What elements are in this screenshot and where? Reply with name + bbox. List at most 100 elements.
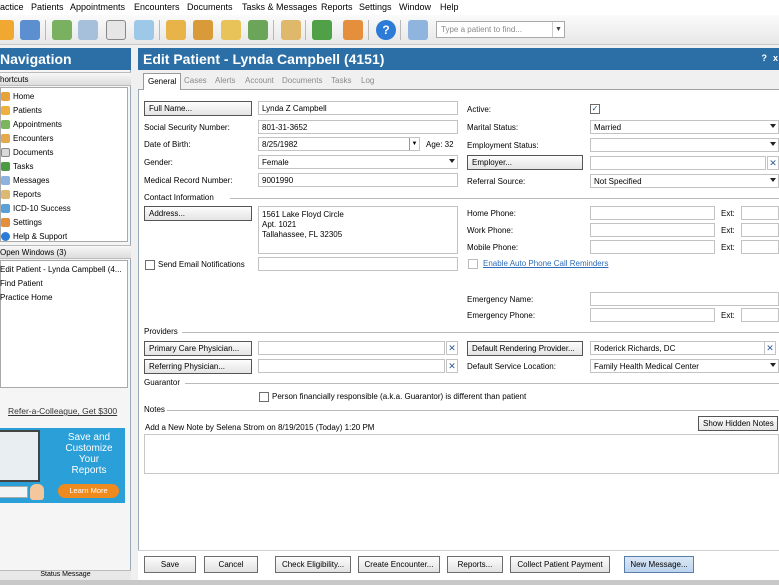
note-icon[interactable]	[221, 20, 241, 40]
save-button[interactable]: Save	[144, 556, 196, 573]
calendar-icon[interactable]	[52, 20, 72, 40]
shortcuts-header[interactable]: hortcuts	[0, 72, 131, 86]
work-phone-field[interactable]	[590, 223, 715, 237]
menu-window[interactable]: Window	[399, 2, 431, 12]
menu-practice[interactable]: actice	[0, 2, 24, 12]
new-message-button[interactable]: New Message...	[624, 556, 694, 573]
clear-pcp-icon[interactable]: ✕	[446, 341, 458, 355]
checkmark-icon[interactable]	[312, 20, 332, 40]
mobile-ext-field[interactable]	[741, 240, 779, 254]
notes-textarea[interactable]	[144, 434, 779, 474]
primary-care-physician-button[interactable]: Primary Care Physician...	[144, 341, 252, 356]
report-icon[interactable]	[281, 20, 301, 40]
appointment-icon[interactable]	[134, 20, 154, 40]
address-field[interactable]: 1561 Lake Floyd Circle Apt. 1021 Tallaha…	[258, 206, 458, 254]
encounter-icon[interactable]	[166, 20, 186, 40]
service-location-select[interactable]: Family Health Medical Center	[590, 359, 779, 373]
open-windows-header[interactable]: Open Windows (3)	[0, 245, 131, 259]
dob-field[interactable]: 8/25/1982 ▼	[258, 137, 420, 151]
tab-alerts[interactable]: Alerts	[211, 75, 239, 88]
ssn-field[interactable]: 801-31-3652	[258, 120, 458, 134]
open-window-item[interactable]: Find Patient	[0, 279, 43, 288]
document-icon[interactable]	[193, 20, 213, 40]
learn-more-button[interactable]: Learn More	[58, 484, 119, 498]
send-email-checkbox[interactable]	[145, 260, 155, 270]
clear-rendering-provider-icon[interactable]: ✕	[764, 341, 776, 355]
close-icon[interactable]: x	[773, 53, 778, 63]
active-checkbox[interactable]: ✓	[590, 104, 600, 114]
home-phone-field[interactable]	[590, 206, 715, 220]
messages-icon	[1, 176, 10, 185]
add-note-label: Add a New Note by Selena Strom on 8/19/2…	[145, 423, 375, 432]
menu-settings[interactable]: Settings	[359, 2, 392, 12]
guarantor-checkbox[interactable]	[259, 392, 269, 402]
menu-patients[interactable]: Patients	[31, 2, 64, 12]
rendering-provider-field[interactable]: Roderick Richards, DC	[590, 341, 766, 355]
tab-documents[interactable]: Documents	[278, 75, 326, 88]
mrn-field[interactable]: 9001990	[258, 173, 458, 187]
gender-select[interactable]: Female	[258, 155, 458, 169]
auto-phone-checkbox[interactable]	[468, 259, 478, 269]
home-ext-field[interactable]	[741, 206, 779, 220]
schedule-icon[interactable]	[78, 20, 98, 40]
auto-phone-reminders-link[interactable]: Enable Auto Phone Call Reminders	[483, 259, 608, 268]
status-message: Status Message	[0, 570, 131, 580]
email-icon[interactable]	[408, 20, 428, 40]
refer-colleague-link[interactable]: Refer-a-Colleague, Get $300	[8, 406, 117, 416]
collect-patient-payment-button[interactable]: Collect Patient Payment	[510, 556, 610, 573]
address-button[interactable]: Address...	[144, 206, 252, 221]
mobile-phone-field[interactable]	[590, 240, 715, 254]
email-field[interactable]	[258, 257, 458, 271]
tab-account[interactable]: Account	[241, 75, 278, 88]
day-view-icon[interactable]	[106, 20, 126, 40]
reports-button[interactable]: Reports...	[447, 556, 503, 573]
settings-gear-icon[interactable]	[343, 20, 363, 40]
referring-physician-button[interactable]: Referring Physician...	[144, 359, 252, 374]
full-name-button[interactable]: Full Name...	[144, 101, 252, 116]
referring-physician-field[interactable]	[258, 359, 445, 373]
primary-care-physician-field[interactable]	[258, 341, 445, 355]
create-encounter-button[interactable]: Create Encounter...	[358, 556, 440, 573]
work-ext-field[interactable]	[741, 223, 779, 237]
show-hidden-notes-button[interactable]: Show Hidden Notes	[698, 416, 778, 431]
add-patient-icon[interactable]	[0, 20, 14, 40]
chevron-down-icon[interactable]: ▼	[552, 22, 564, 37]
cancel-button[interactable]: Cancel	[204, 556, 258, 573]
menu-tasks-messages[interactable]: Tasks & Messages	[242, 2, 317, 12]
menu-appointments[interactable]: Appointments	[70, 2, 125, 12]
menu-help[interactable]: Help	[440, 2, 459, 12]
calendar-dropdown-icon[interactable]: ▼	[409, 138, 419, 150]
hand-illustration	[30, 484, 44, 500]
emergency-phone-field[interactable]	[590, 308, 715, 322]
menu-encounters[interactable]: Encounters	[134, 2, 180, 12]
full-name-field[interactable]: Lynda Z Campbell	[258, 101, 458, 115]
open-window-item[interactable]: Practice Home	[0, 293, 52, 302]
providers-header: Providers	[144, 327, 178, 336]
menu-reports[interactable]: Reports	[321, 2, 353, 12]
employer-field[interactable]	[590, 156, 766, 170]
emergency-ext-field[interactable]	[741, 308, 779, 322]
default-rendering-provider-button[interactable]: Default Rendering Provider...	[467, 341, 583, 356]
document-icon	[1, 148, 10, 157]
emergency-name-field[interactable]	[590, 292, 779, 306]
clear-employer-icon[interactable]: ✕	[767, 156, 779, 170]
find-patient-icon[interactable]	[20, 20, 40, 40]
ad-text: Save and Customize Your Reports	[56, 432, 122, 476]
check-eligibility-button[interactable]: Check Eligibility...	[275, 556, 351, 573]
employment-status-select[interactable]	[590, 138, 779, 152]
tab-cases[interactable]: Cases	[180, 75, 211, 88]
open-window-item[interactable]: Edit Patient - Lynda Campbell (4...	[0, 265, 122, 274]
payment-icon[interactable]	[248, 20, 268, 40]
find-patient-input[interactable]: Type a patient to find... ▼	[436, 21, 565, 38]
reports-ad-banner[interactable]: Save and Customize Your Reports Learn Mo…	[0, 428, 125, 503]
employer-button[interactable]: Employer...	[467, 155, 583, 170]
referral-source-select[interactable]: Not Specified	[590, 174, 779, 188]
help-icon[interactable]: ?	[762, 53, 768, 63]
clear-referring-icon[interactable]: ✕	[446, 359, 458, 373]
help-icon[interactable]: ?	[376, 20, 396, 40]
tab-tasks[interactable]: Tasks	[327, 75, 355, 88]
tab-general[interactable]: General	[143, 73, 182, 90]
tab-log[interactable]: Log	[357, 75, 378, 88]
menu-documents[interactable]: Documents	[187, 2, 233, 12]
marital-status-select[interactable]: Married	[590, 120, 779, 134]
